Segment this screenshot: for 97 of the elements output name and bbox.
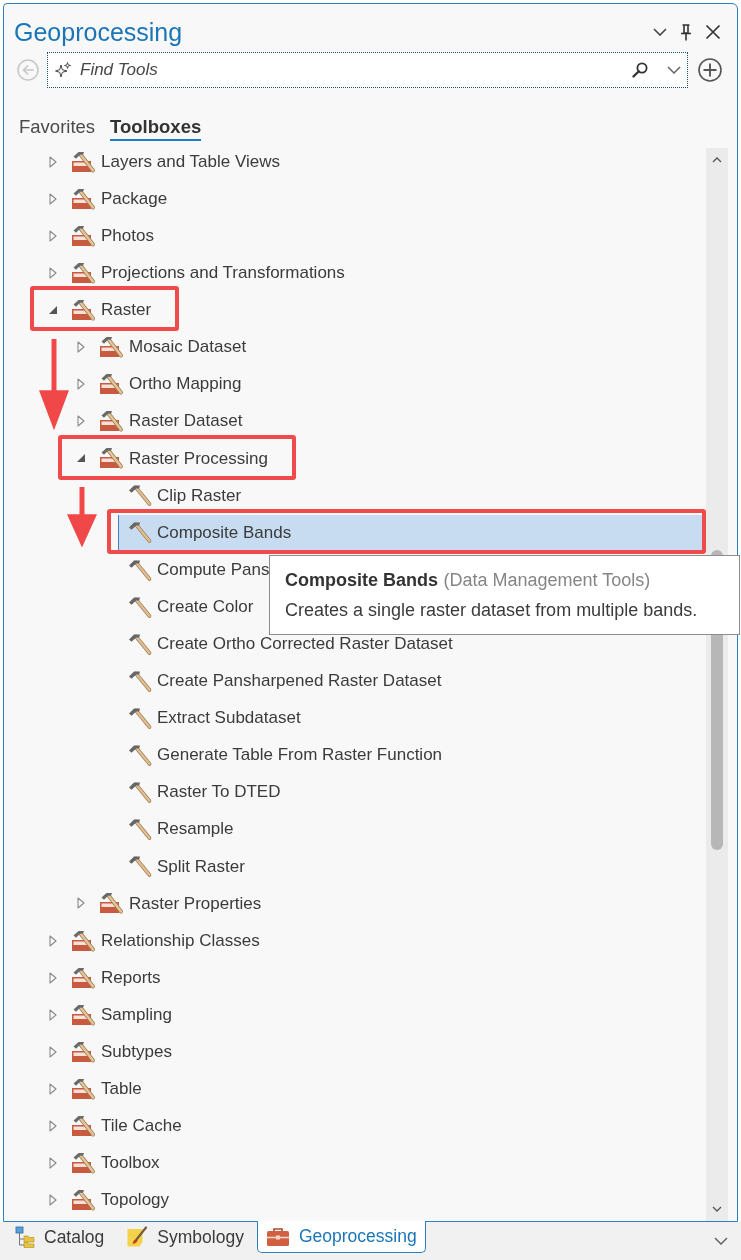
expander-icon[interactable] bbox=[49, 192, 57, 205]
tree-item[interactable]: Split Raster bbox=[118, 848, 251, 884]
expander-icon[interactable] bbox=[49, 229, 57, 242]
chevron-down-icon[interactable] bbox=[653, 28, 667, 36]
tree-item[interactable]: Create Color bbox=[118, 589, 260, 625]
search-field[interactable]: Find Tools bbox=[71, 55, 632, 85]
tree-item[interactable]: Reports bbox=[62, 960, 167, 996]
tree-item[interactable]: Projections and Transformations bbox=[62, 255, 351, 291]
toolbox-icon bbox=[71, 965, 97, 990]
expander-icon[interactable] bbox=[49, 1045, 57, 1058]
tree-item[interactable]: Toolbox bbox=[62, 1145, 166, 1181]
expander-icon[interactable] bbox=[49, 266, 57, 279]
tab[interactable]: Favorites bbox=[19, 116, 96, 141]
toolbox-icon bbox=[71, 1039, 97, 1064]
dock-tab[interactable]: Symbology bbox=[117, 1222, 253, 1253]
chevron-down-icon[interactable] bbox=[714, 1237, 728, 1245]
search-icon[interactable] bbox=[632, 62, 648, 78]
expander-icon[interactable] bbox=[77, 341, 85, 353]
tab[interactable]: Toolboxes bbox=[110, 116, 202, 141]
hammer-icon bbox=[127, 743, 153, 768]
expander-icon[interactable] bbox=[77, 897, 85, 910]
tooltip-title: Composite Bands bbox=[285, 570, 439, 591]
tree-item[interactable]: Topology bbox=[62, 1182, 176, 1218]
expander-icon[interactable] bbox=[49, 155, 57, 168]
expander-icon[interactable] bbox=[49, 971, 57, 984]
tree-item[interactable]: Photos bbox=[62, 218, 160, 254]
toolbox-icon bbox=[99, 446, 125, 471]
sparkle-icon bbox=[55, 62, 71, 78]
toolbox-icon bbox=[71, 928, 97, 953]
tooltip-description: Creates a single raster dataset from multiple bands. bbox=[285, 599, 699, 623]
tree-item[interactable]: Raster To DTED bbox=[118, 774, 287, 810]
expander-icon[interactable] bbox=[77, 415, 85, 428]
hammer-icon bbox=[127, 854, 153, 879]
toolbox-icon bbox=[265, 1226, 290, 1247]
expander-icon[interactable] bbox=[49, 1194, 57, 1207]
hammer-icon bbox=[127, 520, 153, 545]
tree-item[interactable]: Create Pansharpened Raster Dataset bbox=[118, 663, 448, 699]
toolbox-icon bbox=[71, 1002, 97, 1027]
toolbox-icon bbox=[71, 1076, 97, 1101]
expander-icon[interactable] bbox=[49, 1157, 57, 1170]
toolbox-icon bbox=[71, 297, 97, 322]
tree-item[interactable]: Package bbox=[62, 181, 174, 217]
pin-icon[interactable] bbox=[680, 23, 692, 41]
dock-tab[interactable]: Geoprocessing bbox=[256, 1221, 426, 1253]
expander-icon[interactable] bbox=[77, 378, 85, 391]
tree-item[interactable]: Composite Bands bbox=[118, 514, 702, 551]
toolbox-icon bbox=[99, 409, 125, 434]
tree-item[interactable]: Create Ortho Corrected Raster Dataset bbox=[118, 626, 459, 662]
expander-icon[interactable] bbox=[77, 454, 85, 463]
hammer-icon bbox=[127, 483, 153, 508]
toolbox-icon bbox=[99, 891, 125, 916]
tree-item[interactable]: Sampling bbox=[62, 997, 178, 1033]
toolbox-icon bbox=[71, 1188, 97, 1213]
tree-item[interactable]: Table bbox=[62, 1071, 148, 1107]
paintbrush-icon bbox=[126, 1226, 149, 1248]
hammer-icon bbox=[127, 817, 153, 842]
toolbox-icon bbox=[71, 260, 97, 285]
tree-item[interactable]: Subtypes bbox=[62, 1034, 178, 1070]
expander-icon[interactable] bbox=[49, 305, 57, 314]
toolbox-icon bbox=[99, 335, 125, 359]
close-icon[interactable] bbox=[705, 24, 721, 40]
tree-item[interactable]: Relationship Classes bbox=[62, 922, 266, 959]
toolbox-icon bbox=[71, 149, 97, 174]
tree-item[interactable]: Mosaic Dataset bbox=[90, 329, 253, 365]
scrollbar-track[interactable] bbox=[706, 148, 728, 1221]
hammer-icon bbox=[127, 780, 153, 805]
toolbox-icon bbox=[71, 186, 97, 211]
annotation-arrow bbox=[67, 486, 97, 548]
tree-item[interactable]: Generate Table From Raster Function bbox=[118, 737, 449, 773]
tree-item[interactable]: Resample bbox=[118, 811, 240, 847]
toolbox-icon bbox=[71, 1151, 97, 1176]
tree-item[interactable]: Layers and Table Views bbox=[62, 144, 286, 180]
toolbox-icon bbox=[71, 223, 97, 248]
chevron-down-icon[interactable] bbox=[712, 1206, 722, 1212]
toolbox-icon bbox=[99, 372, 125, 397]
tree-item[interactable]: Raster bbox=[62, 292, 158, 328]
tree-item[interactable]: Ortho Mapping bbox=[90, 366, 248, 402]
expander-icon[interactable] bbox=[49, 1120, 57, 1132]
expander-icon[interactable] bbox=[49, 934, 57, 947]
toolbox-icon bbox=[71, 1114, 97, 1138]
plus-icon[interactable] bbox=[698, 58, 722, 82]
tree-item[interactable]: Compute Pans bbox=[118, 552, 276, 588]
panel-title: Geoprocessing bbox=[14, 17, 183, 48]
dock-tab[interactable]: Catalog bbox=[6, 1222, 114, 1253]
expander-icon[interactable] bbox=[49, 1008, 57, 1021]
tree-item[interactable]: Raster Dataset bbox=[90, 403, 249, 439]
chevron-up-icon[interactable] bbox=[712, 157, 722, 163]
search-bar[interactable]: Find Tools bbox=[47, 52, 688, 88]
tree-item[interactable]: Raster Properties bbox=[90, 885, 268, 921]
tree-item[interactable]: Clip Raster bbox=[118, 477, 248, 513]
expander-icon[interactable] bbox=[49, 1082, 57, 1095]
catalog-icon bbox=[15, 1226, 35, 1248]
chevron-down-icon[interactable] bbox=[667, 66, 681, 74]
tree-item[interactable]: Extract Subdataset bbox=[118, 700, 307, 736]
tree-item[interactable]: Raster Processing bbox=[90, 440, 274, 476]
tooltip-source: (Data Management Tools) bbox=[443, 570, 651, 591]
tree-item[interactable]: Tile Cache bbox=[62, 1108, 188, 1144]
